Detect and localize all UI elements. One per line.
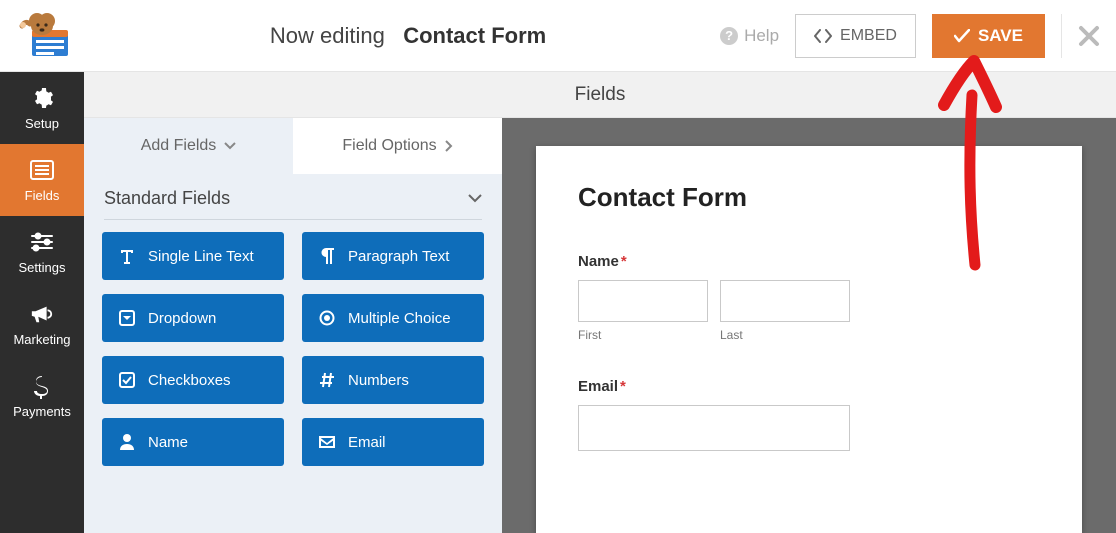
wpforms-logo xyxy=(8,8,88,64)
save-label: SAVE xyxy=(978,26,1023,46)
nav-item-payments[interactable]: Payments xyxy=(0,360,84,432)
field-buttons-grid: Single Line Text Paragraph Text Dropdown xyxy=(96,232,490,466)
fields-panel: Add Fields Field Options Standa xyxy=(84,118,502,533)
tab-field-options[interactable]: Field Options xyxy=(293,118,502,174)
field-email[interactable]: Email xyxy=(302,418,484,466)
chevron-down-icon xyxy=(468,194,482,203)
nav-label: Fields xyxy=(25,188,60,203)
panel-title: Fields xyxy=(84,72,1116,118)
required-marker: * xyxy=(620,378,626,395)
envelope-icon xyxy=(318,436,336,448)
editing-title: Now editing Contact Form xyxy=(96,23,720,49)
nav-item-fields[interactable]: Fields xyxy=(0,144,84,216)
top-bar: Now editing Contact Form ? Help EMBED SA… xyxy=(0,0,1116,72)
name-row: First Last xyxy=(578,280,1040,342)
preview-field-email[interactable]: Email* xyxy=(578,378,1040,451)
help-link[interactable]: ? Help xyxy=(720,26,779,46)
field-checkboxes[interactable]: Checkboxes xyxy=(102,356,284,404)
paragraph-icon xyxy=(318,248,336,264)
radio-icon xyxy=(318,310,336,326)
group-standard-fields[interactable]: Standard Fields xyxy=(104,188,482,220)
caret-square-icon xyxy=(118,310,136,326)
field-name[interactable]: Name xyxy=(102,418,284,466)
field-label: Checkboxes xyxy=(148,372,231,389)
save-button[interactable]: SAVE xyxy=(932,14,1045,58)
group-title: Standard Fields xyxy=(104,188,230,209)
field-label: Name xyxy=(148,434,188,451)
nav-label: Marketing xyxy=(13,332,70,347)
field-numbers[interactable]: Numbers xyxy=(302,356,484,404)
required-marker: * xyxy=(621,253,627,270)
code-icon xyxy=(814,29,832,43)
field-label-name: Name* xyxy=(578,253,1040,270)
embed-button[interactable]: EMBED xyxy=(795,14,916,58)
field-label: Email xyxy=(348,434,386,451)
nav-item-marketing[interactable]: Marketing xyxy=(0,288,84,360)
field-label: Paragraph Text xyxy=(348,248,449,265)
tab-label: Field Options xyxy=(342,137,436,155)
text-icon xyxy=(118,248,136,264)
fields-tabs: Add Fields Field Options xyxy=(84,118,502,174)
field-label-email: Email* xyxy=(578,378,1040,395)
embed-label: EMBED xyxy=(840,27,897,45)
field-single-line-text[interactable]: Single Line Text xyxy=(102,232,284,280)
preview-form-title: Contact Form xyxy=(578,182,1040,213)
bullhorn-icon xyxy=(30,302,54,326)
help-icon: ? xyxy=(720,27,738,45)
form-preview[interactable]: Contact Form Name* First xyxy=(502,118,1116,533)
field-label: Dropdown xyxy=(148,310,216,327)
nav-label: Settings xyxy=(19,260,66,275)
side-nav: Setup Fields Settings Marketing Payments xyxy=(0,72,84,533)
close-button[interactable] xyxy=(1078,25,1100,47)
check-icon xyxy=(954,29,970,43)
divider xyxy=(1061,14,1062,58)
sublabel-first: First xyxy=(578,328,708,342)
sublabel-last: Last xyxy=(720,328,850,342)
main: Setup Fields Settings Marketing Payments xyxy=(0,72,1116,533)
hash-icon xyxy=(318,372,336,388)
work-area: Fields Add Fields Field Options xyxy=(84,72,1116,533)
checkbox-icon xyxy=(118,372,136,388)
field-label: Numbers xyxy=(348,372,409,389)
field-label: Multiple Choice xyxy=(348,310,451,327)
nav-label: Payments xyxy=(13,404,71,419)
sliders-icon xyxy=(30,230,54,254)
nav-item-settings[interactable]: Settings xyxy=(0,216,84,288)
form-name: Contact Form xyxy=(403,23,546,48)
field-multiple-choice[interactable]: Multiple Choice xyxy=(302,294,484,342)
close-icon xyxy=(1078,25,1100,47)
gear-icon xyxy=(30,86,54,110)
input-last-name[interactable] xyxy=(720,280,850,322)
user-icon xyxy=(118,434,136,450)
field-paragraph-text[interactable]: Paragraph Text xyxy=(302,232,484,280)
nav-item-setup[interactable]: Setup xyxy=(0,72,84,144)
tab-add-fields[interactable]: Add Fields xyxy=(84,118,293,174)
field-label: Single Line Text xyxy=(148,248,254,265)
input-email[interactable] xyxy=(578,405,850,451)
nav-label: Setup xyxy=(25,116,59,131)
list-icon xyxy=(30,158,54,182)
top-actions: ? Help EMBED SAVE xyxy=(720,14,1100,58)
editing-prefix: Now editing xyxy=(270,23,385,48)
tab-label: Add Fields xyxy=(141,137,217,155)
form-paper: Contact Form Name* First xyxy=(536,146,1082,533)
input-first-name[interactable] xyxy=(578,280,708,322)
chevron-right-icon xyxy=(445,140,453,152)
dollar-icon xyxy=(30,374,54,398)
help-label: Help xyxy=(744,26,779,46)
field-dropdown[interactable]: Dropdown xyxy=(102,294,284,342)
chevron-down-icon xyxy=(224,142,236,150)
builder-split: Add Fields Field Options Standa xyxy=(84,118,1116,533)
preview-field-name[interactable]: Name* First Last xyxy=(578,253,1040,342)
fields-list[interactable]: Standard Fields Single Line Text Paragr xyxy=(84,174,502,533)
